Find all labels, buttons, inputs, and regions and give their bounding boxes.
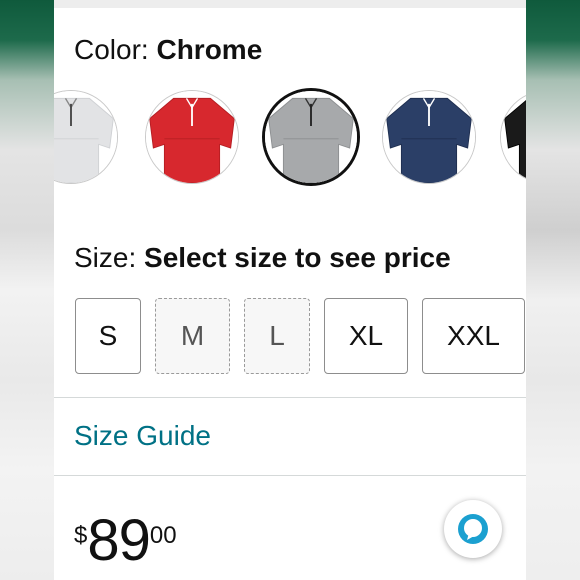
size-option-m[interactable]: M: [155, 298, 230, 374]
size-heading: Size: Select size to see price: [74, 242, 451, 274]
size-option-xxl[interactable]: XXL: [422, 298, 525, 374]
color-swatch-row: [54, 88, 526, 188]
size-guide-link[interactable]: Size Guide: [74, 420, 211, 452]
swatch-black[interactable]: [500, 90, 526, 184]
shirt-image: [383, 91, 475, 183]
size-option-label: XXL: [447, 320, 500, 351]
size-option-label: M: [180, 320, 205, 351]
price-whole: 89: [87, 508, 151, 573]
size-option-label: XL: [348, 320, 384, 351]
size-option-label: L: [269, 320, 285, 351]
size-option-label: S: [98, 320, 118, 351]
swatch-chrome[interactable]: [262, 88, 360, 186]
swatch-navy[interactable]: [382, 90, 476, 184]
color-label: Color:: [74, 34, 157, 65]
top-strip: [54, 0, 526, 8]
price: $8900: [74, 512, 177, 570]
size-label: Size:: [74, 242, 145, 273]
product-options-panel: Color: Chrome Size: Select size to see p…: [54, 0, 526, 580]
shirt-image: [265, 91, 357, 183]
divider: [54, 397, 526, 398]
background-right: [524, 0, 580, 580]
color-heading: Color: Chrome: [74, 34, 262, 66]
size-option-xl[interactable]: XL: [324, 298, 408, 374]
alexa-button[interactable]: [444, 500, 502, 558]
shirt-image: [54, 91, 117, 183]
price-fraction: 00: [149, 522, 177, 549]
swatch-light-gray[interactable]: [54, 90, 118, 184]
shirt-image: [146, 91, 238, 183]
alexa-icon: [458, 514, 488, 544]
color-selected-value: Chrome: [156, 34, 263, 65]
size-option-l[interactable]: L: [244, 298, 310, 374]
divider: [54, 475, 526, 476]
swatch-red[interactable]: [145, 90, 239, 184]
size-option-s[interactable]: S: [75, 298, 141, 374]
price-symbol: $: [74, 522, 88, 549]
background-left: [0, 0, 56, 580]
shirt-image: [501, 91, 526, 183]
size-prompt: Select size to see price: [144, 242, 451, 273]
